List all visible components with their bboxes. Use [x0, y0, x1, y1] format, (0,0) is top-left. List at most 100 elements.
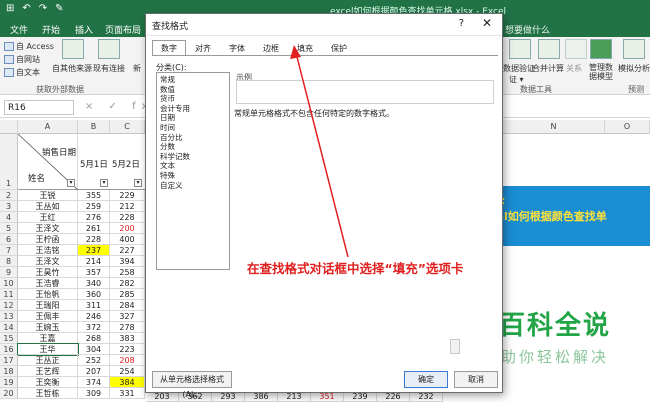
name-box[interactable]: R16: [4, 100, 74, 115]
row-header[interactable]: 16: [0, 344, 18, 355]
cell-name[interactable]: 王泽文: [18, 223, 78, 234]
row-header[interactable]: 14: [0, 322, 18, 333]
row-header[interactable]: 6: [0, 234, 18, 245]
scroll-button[interactable]: [450, 339, 460, 354]
cell-name[interactable]: 王嘉: [18, 333, 78, 344]
save-icon[interactable]: ⊞: [6, 3, 14, 14]
cell-may-1[interactable]: 340: [78, 278, 110, 289]
cell-may-2[interactable]: 383: [110, 333, 145, 344]
cell-may-2[interactable]: 284: [110, 300, 145, 311]
row-header[interactable]: 3: [0, 201, 18, 212]
cell-may-1[interactable]: 372: [78, 322, 110, 333]
tell-me-search[interactable]: 想要做什么: [505, 23, 550, 36]
cell-may-2[interactable]: 285: [110, 289, 145, 300]
diagonal-header-cell[interactable]: 销售日期 姓名 ▾: [18, 134, 78, 190]
row-header[interactable]: 10: [0, 278, 18, 289]
cell-may-2[interactable]: 228: [110, 212, 145, 223]
what-if-button[interactable]: 模拟分析: [618, 63, 650, 74]
cell-may-1[interactable]: 304: [78, 344, 110, 355]
cell-name[interactable]: 王丛如: [18, 201, 78, 212]
cell-may-2[interactable]: 394: [110, 256, 145, 267]
category-item[interactable]: 数值: [160, 85, 226, 95]
row-header[interactable]: 2: [0, 190, 18, 201]
column-header-n[interactable]: N: [503, 120, 605, 134]
category-item[interactable]: 日期: [160, 113, 226, 123]
cell-name[interactable]: 王红: [18, 212, 78, 223]
cell-may-1[interactable]: 268: [78, 333, 110, 344]
relationships-button[interactable]: 关系: [566, 63, 582, 74]
cell-may-2[interactable]: 258: [110, 267, 145, 278]
row-header[interactable]: 19: [0, 377, 18, 388]
cell-may-1[interactable]: 374: [78, 377, 110, 388]
cell-name[interactable]: 王怡帆: [18, 289, 78, 300]
category-item[interactable]: 分数: [160, 142, 226, 152]
from-access-button[interactable]: 自 Access: [4, 41, 54, 52]
row-header[interactable]: 4: [0, 212, 18, 223]
select-all-corner[interactable]: [0, 120, 18, 134]
data-validation-button[interactable]: 数据验证: [503, 63, 535, 74]
cell-may-1[interactable]: 237: [78, 245, 110, 256]
row-header[interactable]: 7: [0, 245, 18, 256]
category-item[interactable]: 文本: [160, 161, 226, 171]
cell-may-2[interactable]: 227: [110, 245, 145, 256]
filter-dropdown-icon[interactable]: ▾: [134, 179, 142, 187]
cell-name[interactable]: 王华: [17, 343, 79, 356]
redo-icon[interactable]: ↷: [39, 3, 47, 14]
column-header-b[interactable]: B: [78, 120, 110, 134]
category-item[interactable]: 货币: [160, 94, 226, 104]
manage-data-model-button[interactable]: 管理数据模型: [589, 63, 617, 81]
cell-may-2[interactable]: 278: [110, 322, 145, 333]
row-header[interactable]: 15: [0, 333, 18, 344]
cell-may-2[interactable]: 200: [110, 223, 145, 234]
cell-name[interactable]: 王佩丰: [18, 311, 78, 322]
cell-name[interactable]: 王奕衡: [18, 377, 78, 388]
cell-name[interactable]: 王昊竹: [18, 267, 78, 278]
cell-may-1[interactable]: 276: [78, 212, 110, 223]
category-item[interactable]: 特殊: [160, 171, 226, 181]
cell-may-2[interactable]: 331: [110, 388, 145, 399]
cell-may-1[interactable]: 309: [78, 388, 110, 399]
from-text-button[interactable]: 自文本: [4, 67, 40, 78]
category-item[interactable]: 自定义: [160, 181, 226, 191]
consolidate-button[interactable]: 合并计算: [532, 63, 564, 74]
filter-dropdown-icon[interactable]: ▾: [100, 179, 108, 187]
formula-icons[interactable]: × ✓ fx: [85, 101, 154, 112]
cell-may-2[interactable]: 208: [110, 355, 145, 366]
ok-button[interactable]: 确定: [404, 371, 448, 388]
cell-may-1[interactable]: 360: [78, 289, 110, 300]
undo-icon[interactable]: ↶: [22, 3, 30, 14]
cell-name[interactable]: 王柠函: [18, 234, 78, 245]
row-header[interactable]: 11: [0, 289, 18, 300]
column-header-c[interactable]: C: [110, 120, 145, 134]
category-item[interactable]: 时间: [160, 123, 226, 133]
cell-name[interactable]: 王泽文: [18, 256, 78, 267]
row-header[interactable]: 13: [0, 311, 18, 322]
tab-number[interactable]: 数字: [152, 40, 186, 56]
cell-may-1[interactable]: 311: [78, 300, 110, 311]
cell-may-1[interactable]: 214: [78, 256, 110, 267]
cell-may-1[interactable]: 259: [78, 201, 110, 212]
cell-may-1[interactable]: 246: [78, 311, 110, 322]
cell-may-1[interactable]: 228: [78, 234, 110, 245]
cell-may-2[interactable]: 384: [110, 377, 145, 388]
tab-home[interactable]: 开始: [42, 23, 60, 36]
existing-connections-button[interactable]: 现有连接: [93, 63, 125, 74]
tab-file[interactable]: 文件: [10, 23, 28, 36]
cell-may-1[interactable]: 207: [78, 366, 110, 377]
new-query-button[interactable]: 新: [133, 63, 141, 74]
row-header[interactable]: 20: [0, 388, 18, 399]
help-button[interactable]: ?: [459, 18, 464, 29]
cell-may-2[interactable]: 212: [110, 201, 145, 212]
cell-name[interactable]: 王锐: [18, 190, 78, 201]
cell-name[interactable]: 王浩睿: [18, 278, 78, 289]
cell-name[interactable]: 王丛正: [18, 355, 78, 366]
edit-icon[interactable]: ✎: [55, 3, 63, 14]
cell-name[interactable]: 王艺辉: [18, 366, 78, 377]
from-web-button[interactable]: 自网站: [4, 54, 40, 65]
row-header[interactable]: 1: [0, 134, 18, 190]
cell-may-1[interactable]: 357: [78, 267, 110, 278]
cell-may-1[interactable]: 261: [78, 223, 110, 234]
choose-format-from-cell-button[interactable]: 从单元格选择格式(A)...: [152, 371, 232, 399]
row-header[interactable]: 9: [0, 267, 18, 278]
category-item[interactable]: 常规: [160, 75, 226, 85]
